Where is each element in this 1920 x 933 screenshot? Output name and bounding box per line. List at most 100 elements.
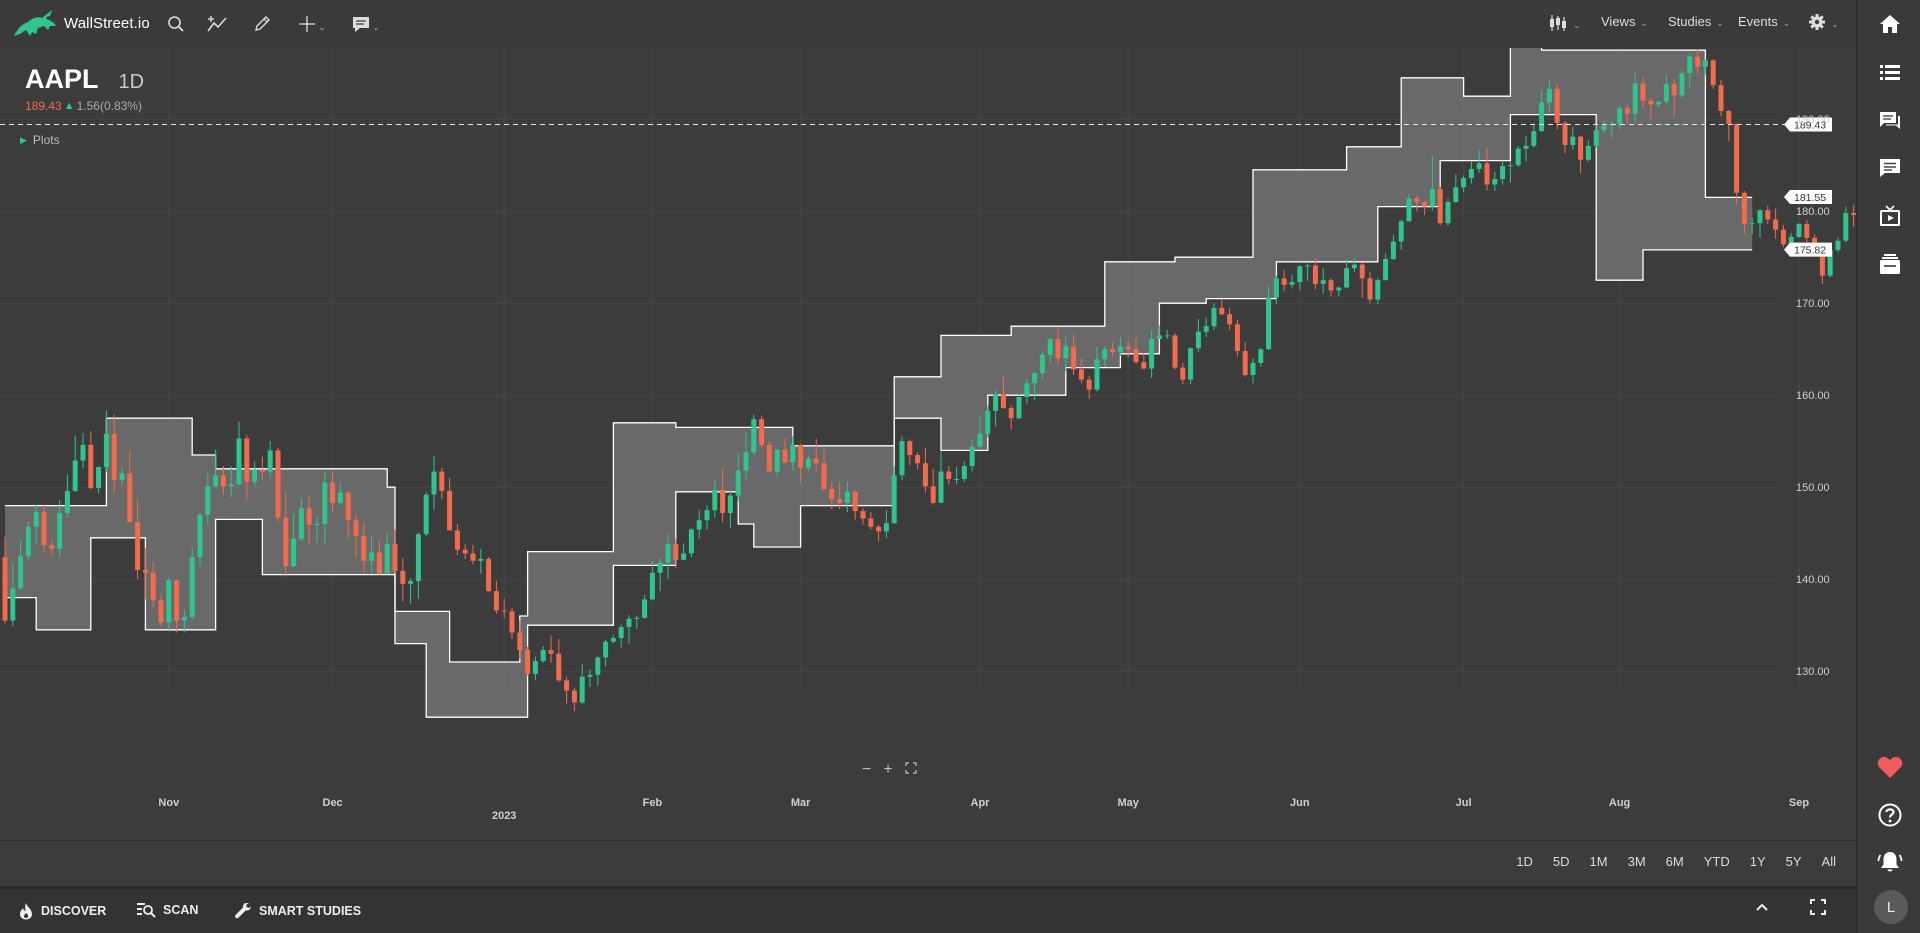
candle-body[interactable] [1125, 346, 1131, 350]
candle-body[interactable] [1765, 210, 1771, 220]
expand-panel-button[interactable] [1754, 899, 1777, 915]
candle-body[interactable] [1055, 339, 1061, 359]
candle-body[interactable] [337, 492, 343, 503]
candle-body[interactable] [1562, 122, 1568, 145]
candle-body[interactable] [1351, 264, 1357, 269]
candle-body[interactable] [1071, 346, 1077, 370]
candle-body[interactable] [1297, 266, 1303, 283]
candle-body[interactable] [213, 475, 219, 487]
candle-body[interactable] [384, 544, 390, 574]
zoom-out-button[interactable]: − [862, 761, 871, 779]
candle-body[interactable] [1195, 331, 1201, 349]
candle-body[interactable] [844, 491, 850, 503]
candle-body[interactable] [922, 463, 928, 487]
search-button[interactable] [163, 12, 189, 36]
ticker-symbol[interactable]: AAPL [25, 64, 99, 95]
candle-body[interactable] [657, 562, 663, 573]
candle-body[interactable] [774, 449, 780, 472]
candle-body[interactable] [25, 526, 31, 557]
candle-body[interactable] [688, 529, 694, 554]
candle-body[interactable] [603, 641, 609, 658]
range-6m[interactable]: 6M [1666, 854, 1684, 869]
candle-body[interactable] [556, 653, 562, 681]
candle-body[interactable] [1757, 210, 1763, 224]
candle-body[interactable] [1507, 165, 1513, 167]
candle-body[interactable] [548, 650, 554, 654]
candle-body[interactable] [1156, 335, 1162, 340]
candle-body[interactable] [1780, 229, 1786, 245]
candle-body[interactable] [486, 558, 492, 592]
candle-body[interactable] [1305, 265, 1311, 267]
candle-body[interactable] [985, 410, 991, 434]
candle-body[interactable] [1219, 307, 1225, 315]
candle-body[interactable] [1695, 56, 1701, 67]
candle-body[interactable] [462, 549, 468, 554]
crosshair-menu[interactable]: ⌄ [292, 12, 332, 36]
events-menu[interactable]: Events ⌄ [1738, 14, 1790, 29]
candle-body[interactable] [1804, 224, 1810, 238]
candle-body[interactable] [1710, 60, 1716, 86]
candle-body[interactable] [954, 478, 960, 480]
candle-body[interactable] [1281, 278, 1287, 285]
favorites-button[interactable] [1877, 754, 1903, 780]
candle-body[interactable] [1032, 373, 1038, 384]
candle-body[interactable] [1601, 125, 1607, 131]
candle-body[interactable] [72, 460, 78, 491]
candle-body[interactable] [1273, 278, 1279, 298]
chart-type-menu[interactable]: ⌄ [1548, 14, 1581, 32]
candle-body[interactable] [1203, 326, 1209, 332]
candle-body[interactable] [1110, 349, 1116, 352]
candle-body[interactable] [1320, 280, 1326, 284]
candle-body[interactable] [673, 544, 679, 560]
candle-body[interactable] [852, 491, 858, 512]
candle-body[interactable] [283, 517, 289, 567]
candle-body[interactable] [1406, 198, 1412, 222]
zoom-in-button[interactable]: + [883, 761, 892, 779]
candle-body[interactable] [103, 433, 109, 467]
range-all[interactable]: All [1822, 854, 1836, 869]
candle-body[interactable] [197, 514, 203, 558]
candle-body[interactable] [236, 438, 242, 485]
candle-body[interactable] [49, 545, 55, 549]
logo[interactable]: WallStreet.io [12, 6, 150, 40]
candle-body[interactable] [735, 470, 741, 496]
candle-body[interactable] [1500, 166, 1506, 179]
candle-body[interactable] [642, 599, 648, 618]
candle-body[interactable] [1133, 349, 1139, 363]
candle-body[interactable] [220, 475, 226, 487]
candle-body[interactable] [127, 473, 133, 523]
candle-body[interactable] [1648, 100, 1654, 105]
scan-button[interactable]: SCAN [136, 902, 198, 918]
candle-body[interactable] [1734, 123, 1740, 193]
candle-body[interactable] [322, 482, 328, 524]
candle-body[interactable] [618, 627, 624, 639]
messages-button[interactable] [1877, 155, 1903, 181]
candle-body[interactable] [228, 484, 234, 487]
candle-body[interactable] [2, 557, 8, 621]
candle-body[interactable] [1702, 60, 1708, 67]
candle-body[interactable] [1835, 240, 1841, 250]
candle-body[interactable] [1242, 351, 1248, 375]
candle-body[interactable] [1468, 168, 1474, 179]
candle-body[interactable] [1016, 397, 1022, 419]
views-menu[interactable]: Views ⌄ [1601, 14, 1648, 29]
candle-body[interactable] [1554, 88, 1560, 123]
candle-body[interactable] [665, 544, 671, 563]
candle-body[interactable] [439, 471, 445, 491]
candle-body[interactable] [1383, 259, 1389, 281]
candle-body[interactable] [1149, 339, 1155, 369]
candle-body[interactable] [1375, 280, 1381, 300]
candle-body[interactable] [564, 680, 570, 691]
candle-body[interactable] [1593, 130, 1599, 146]
candle-body[interactable] [860, 511, 866, 519]
news-button[interactable] [1877, 251, 1903, 277]
candle-body[interactable] [1063, 346, 1069, 359]
candle-body[interactable] [525, 650, 531, 674]
candle-body[interactable] [610, 638, 616, 642]
candle-body[interactable] [587, 674, 593, 677]
candle-body[interactable] [1453, 187, 1459, 202]
candle-body[interactable] [135, 522, 141, 570]
candle-body[interactable] [891, 475, 897, 524]
compare-button[interactable] [205, 12, 231, 36]
candle-body[interactable] [1741, 192, 1747, 225]
